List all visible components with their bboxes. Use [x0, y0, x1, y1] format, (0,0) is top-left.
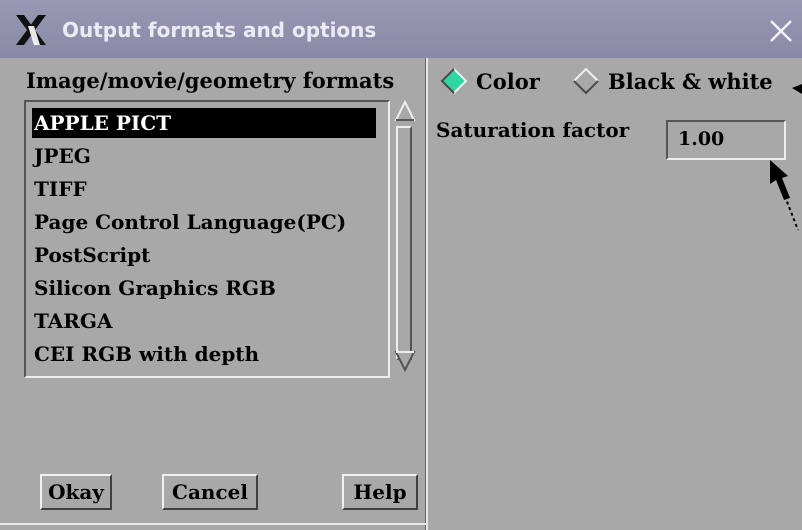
cancel-button[interactable]: Cancel: [162, 474, 258, 510]
help-button[interactable]: Help: [342, 474, 418, 510]
list-item[interactable]: JPEG: [34, 141, 91, 171]
list-item[interactable]: Silicon Graphics RGB: [34, 273, 276, 303]
list-item[interactable]: PostScript: [34, 240, 150, 270]
output-formats-dialog: Output formats and options Image/movie/g…: [0, 0, 802, 530]
window-title: Output formats and options: [62, 18, 377, 42]
black-white-radio[interactable]: Black & white: [572, 66, 773, 96]
scroll-thumb[interactable]: [396, 126, 412, 360]
formats-list[interactable]: APPLE PICT JPEG TIFF Page Control Langua…: [24, 100, 390, 378]
x-window-icon[interactable]: [14, 14, 48, 46]
diamond-radio-unselected-icon: [573, 67, 599, 95]
scroll-down-arrow-icon[interactable]: [394, 350, 416, 372]
saturation-label: Saturation factor: [436, 118, 630, 142]
color-label: Color: [476, 68, 540, 94]
black-white-label: Black & white: [608, 68, 773, 94]
diamond-radio-selected-icon: [440, 68, 468, 94]
list-item[interactable]: CEI RGB with depth: [34, 339, 259, 369]
scroll-up-arrow-icon[interactable]: [394, 100, 416, 122]
list-item[interactable]: APPLE PICT: [32, 108, 376, 138]
close-icon[interactable]: [768, 18, 794, 44]
okay-button[interactable]: Okay: [40, 474, 112, 510]
list-item[interactable]: TIFF: [34, 174, 87, 204]
formats-scrollbar[interactable]: [394, 100, 416, 374]
left-panel-border: [0, 523, 426, 525]
list-item[interactable]: TARGA: [34, 306, 113, 336]
formats-label: Image/movie/geometry formats: [26, 68, 395, 93]
color-radio[interactable]: Color: [440, 66, 540, 96]
list-item[interactable]: Page Control Language(PC): [34, 207, 346, 237]
title-bar[interactable]: Output formats and options: [0, 0, 802, 58]
annotation-arrows: [770, 84, 802, 231]
